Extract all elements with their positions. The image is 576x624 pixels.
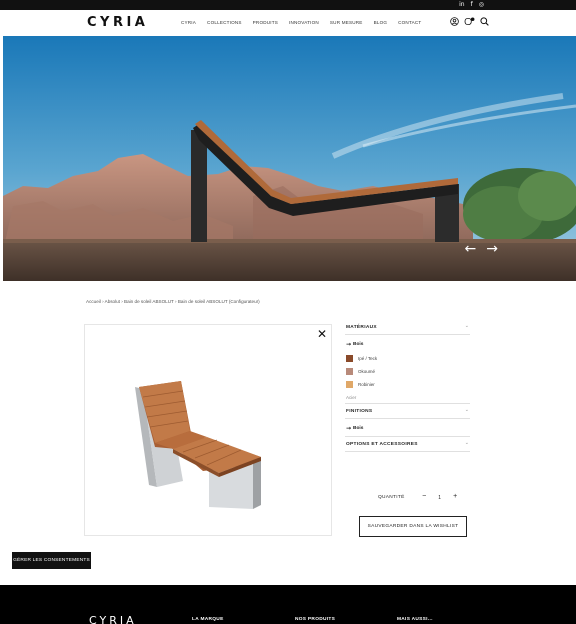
- user-icon[interactable]: [450, 17, 459, 26]
- accessoires-section: OPTIONS ET ACCESSOIRES ⌄: [345, 436, 470, 452]
- close-icon[interactable]: ✕: [317, 327, 327, 341]
- product-viewer: ✕: [84, 324, 332, 536]
- swatch-color: [346, 355, 353, 362]
- finitions-group-bois[interactable]: → Bois: [345, 419, 470, 436]
- quantity-plus-button[interactable]: +: [450, 492, 461, 503]
- site-footer: CYRIA LA MARQUE NOS PRODUITS MAIS AUSSI.…: [0, 585, 576, 624]
- swatch-label: Okoumé: [358, 369, 376, 374]
- swatch-robinier[interactable]: Robinier: [345, 378, 470, 391]
- finitions-group-label: Bois: [353, 426, 364, 431]
- materials-acier-row: Acier: [345, 391, 470, 404]
- footer-col-la-marque: LA MARQUE: [192, 617, 224, 622]
- swatch-okoume[interactable]: Okoumé: [345, 365, 470, 378]
- nav-item-contact[interactable]: CONTACT: [398, 20, 421, 25]
- configurator-options: MATÉRIAUX ⌄ → Bois Ipé / Teck Okoumé Rob…: [345, 320, 470, 452]
- nav-item-cyria[interactable]: CYRIA: [181, 20, 196, 25]
- site-header: CYRIA CYRIA COLLECTIONS PRODUITS INNOVAT…: [0, 10, 576, 36]
- swatch-label: Ipé / Teck: [358, 356, 378, 361]
- chevron-down-icon[interactable]: ⌄: [465, 407, 469, 413]
- swatch-ipe-teck[interactable]: Ipé / Teck: [345, 352, 470, 365]
- quantity-stepper: QUANTITÉ − 1 +: [378, 492, 461, 503]
- materials-group-bois[interactable]: → Bois: [345, 335, 470, 352]
- chevron-down-icon[interactable]: ⌄: [465, 440, 469, 446]
- product-3d-image[interactable]: [133, 377, 265, 517]
- nav-item-collections[interactable]: COLLECTIONS: [207, 20, 242, 25]
- header-icons: [450, 17, 489, 26]
- footer-col-mais-aussi: MAIS AUSSI...: [397, 617, 433, 622]
- chevron-down-icon[interactable]: ⌄: [465, 323, 469, 329]
- hero-arrows: ← →: [465, 242, 498, 256]
- hero-prev-arrow-icon[interactable]: ←: [465, 242, 477, 256]
- materials-title[interactable]: MATÉRIAUX: [345, 320, 470, 334]
- instagram-icon[interactable]: ◎: [479, 1, 484, 9]
- materials-acier-label[interactable]: Acier: [345, 391, 470, 403]
- quantity-label: QUANTITÉ: [378, 495, 405, 500]
- save-wishlist-button[interactable]: SAUVEGARDER DANS LA WISHLIST: [359, 516, 467, 537]
- nav-item-sur-mesure[interactable]: SUR MESURE: [330, 20, 363, 25]
- arrow-right-icon: →: [346, 425, 352, 432]
- quantity-minus-button[interactable]: −: [419, 492, 430, 503]
- social-links: in f ◎: [459, 1, 484, 9]
- nav-item-innovation[interactable]: INNOVATION: [289, 20, 319, 25]
- site-logo[interactable]: CYRIA: [87, 15, 148, 30]
- hero-next-arrow-icon[interactable]: →: [486, 242, 498, 256]
- swatch-label: Robinier: [358, 382, 375, 387]
- finitions-section: FINITIONS ⌄: [345, 404, 470, 419]
- top-bar: in f ◎: [0, 0, 576, 10]
- facebook-icon[interactable]: f: [471, 1, 473, 9]
- arrow-right-icon: →: [346, 341, 352, 348]
- hero-image: ← →: [3, 36, 576, 281]
- breadcrumb[interactable]: Accueil › Absolut › Bain de soleil ABSOL…: [86, 299, 260, 304]
- finitions-title[interactable]: FINITIONS: [345, 404, 470, 418]
- materials-group-label: Bois: [353, 342, 364, 347]
- nav-item-produits[interactable]: PRODUITS: [253, 20, 278, 25]
- main-nav: CYRIA COLLECTIONS PRODUITS INNOVATION SU…: [181, 20, 432, 25]
- linkedin-icon[interactable]: in: [459, 1, 464, 9]
- footer-col-nos-produits: NOS PRODUITS: [295, 617, 336, 622]
- nav-item-blog[interactable]: BLOG: [374, 20, 388, 25]
- search-icon[interactable]: [480, 17, 489, 26]
- materials-section: MATÉRIAUX ⌄: [345, 320, 470, 335]
- footer-logo[interactable]: CYRIA: [89, 614, 137, 624]
- swatch-color: [346, 381, 353, 388]
- cart-icon[interactable]: [464, 17, 475, 26]
- swatch-color: [346, 368, 353, 375]
- quantity-value[interactable]: 1: [432, 495, 448, 501]
- accessoires-title[interactable]: OPTIONS ET ACCESSOIRES: [345, 437, 470, 451]
- manage-consent-button[interactable]: GÉRER LES CONSENTEMENTS: [12, 552, 91, 569]
